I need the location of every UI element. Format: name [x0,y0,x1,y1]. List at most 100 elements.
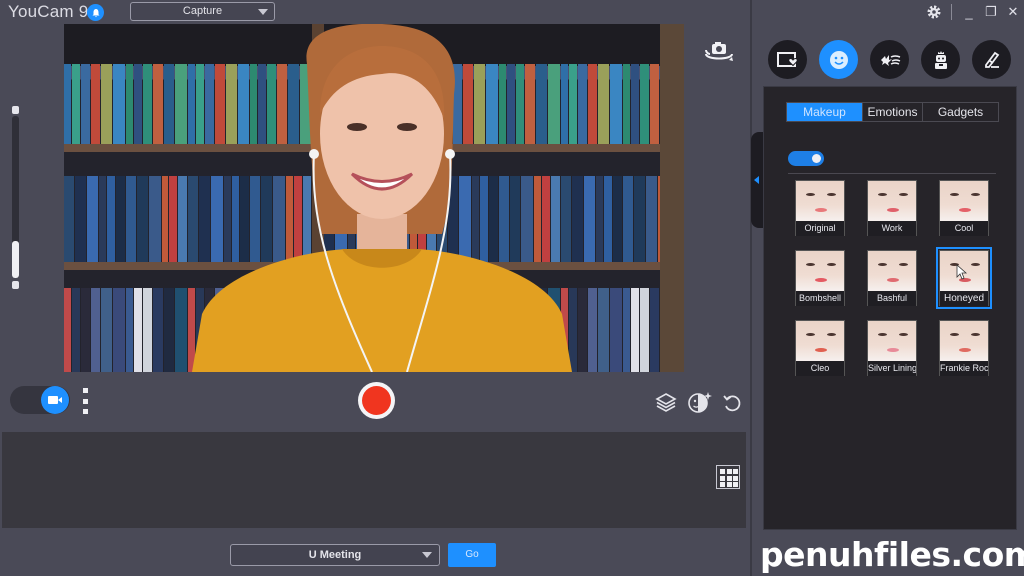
zoom-in-button[interactable] [12,106,19,114]
book-spine [64,288,71,372]
undo-button[interactable] [720,390,744,414]
grid-cell [720,469,725,474]
book-spine [107,176,116,262]
book-spine [587,288,598,372]
eye [899,193,908,196]
look-label: Bashful [868,291,916,306]
person-in-video [192,24,572,372]
book-spine [587,64,598,144]
youcam-window: YouCam 9 Capture U Meeting Go _ ❐ ✕ Make… [0,0,1024,576]
restore-button[interactable]: ❐ [980,1,1002,23]
lips [887,278,899,282]
look-label: Bombshell [796,291,844,306]
book-spine [639,288,649,372]
book-spine [622,64,630,144]
book-spine [74,176,86,262]
minimize-button[interactable]: _ [958,1,980,23]
switch-camera-button[interactable] [702,40,736,64]
grid-view-button[interactable] [716,465,740,489]
book-spine [622,176,633,262]
settings-button[interactable] [923,1,945,23]
book-spine [639,64,649,144]
look-thumbnail [868,251,916,291]
pen-icon [984,51,999,68]
makeup-look-frankie-roc[interactable]: Frankie Roc [939,320,989,376]
look-label: Honeyed [940,291,988,306]
makeup-look-cleo[interactable]: Cleo [795,320,845,376]
book-spine [169,176,178,262]
mouse-cursor-icon [956,264,968,280]
book-spine [71,64,80,144]
lips [959,208,971,212]
go-button[interactable]: Go [448,543,496,567]
category-avatar[interactable] [921,40,960,79]
gear-icon [927,5,941,19]
book-spine [645,176,658,262]
grid-cell [726,469,732,474]
record-icon [362,386,391,415]
tab-makeup[interactable]: Makeup [787,103,863,121]
book-spine [175,64,188,144]
makeup-look-cool[interactable]: Cool [939,180,989,236]
collapse-panel-button[interactable] [751,132,763,228]
look-label: Work [868,221,916,236]
face-sparkle-icon [688,392,712,413]
book-spine [613,176,622,262]
tab-emotions[interactable]: Emotions [863,103,923,121]
book-spine [604,176,613,262]
notification-button[interactable] [87,4,104,21]
layers-icon [655,393,677,412]
book-spine [163,64,175,144]
more-options-button[interactable] [81,388,89,414]
makeup-look-bashful[interactable]: Bashful [867,250,917,306]
book-spine [86,176,99,262]
eye [806,333,815,336]
grid-cell [733,469,738,474]
makeup-enable-toggle[interactable] [788,151,824,166]
layers-button[interactable] [654,390,678,414]
grid-cell [720,475,725,481]
zoom-slider-handle[interactable] [12,241,19,278]
effects-strip-panel [2,432,746,528]
mode-select[interactable]: Capture [130,2,275,21]
book-spine [152,64,163,144]
book-spine [598,64,610,144]
camera-rotate-icon [705,42,733,61]
book-spine [64,64,71,144]
record-button[interactable] [358,382,395,419]
book-spine [126,176,136,262]
eye [971,333,980,336]
zoom-slider[interactable] [10,106,21,289]
book-spine [101,288,113,372]
divider [788,173,996,174]
book-spine [598,288,610,372]
makeup-look-original[interactable]: Original [795,180,845,236]
undo-icon [723,395,741,412]
lips [959,348,971,352]
category-frames[interactable] [768,40,807,79]
makeup-look-silver-lining[interactable]: Silver Lining [867,320,917,376]
zoom-out-button[interactable] [12,281,19,289]
makeup-look-bombshell[interactable]: Bombshell [795,250,845,306]
makeup-look-work[interactable]: Work [867,180,917,236]
grid-cell [733,475,738,481]
look-label: Silver Lining [868,361,916,376]
book-spine [113,288,126,372]
effect-categories [768,40,1011,79]
book-spine [152,288,163,372]
look-label: Cleo [796,361,844,376]
eye [971,193,980,196]
category-draw[interactable] [972,40,1011,79]
category-face[interactable] [819,40,858,79]
close-button[interactable]: ✕ [1002,1,1024,23]
tab-gadgets[interactable]: Gadgets [923,103,998,121]
eye [827,263,836,266]
book-spine [142,288,152,372]
meeting-app-select[interactable]: U Meeting [230,544,440,566]
camera-toggle[interactable] [10,386,70,414]
face-enhance-button[interactable] [687,390,712,414]
bell-icon [92,8,99,17]
category-particles[interactable] [870,40,909,79]
dot [82,409,88,414]
book-spine [610,64,622,144]
